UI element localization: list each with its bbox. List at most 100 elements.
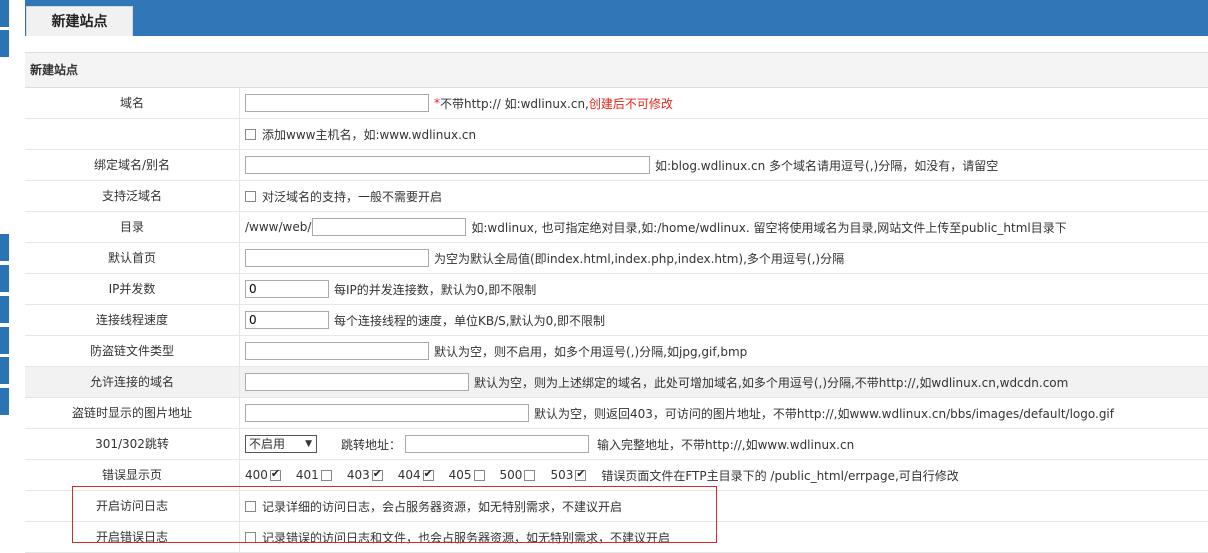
access-log-checkbox[interactable] (245, 500, 256, 512)
index-hint: 为空为默认全局值(即index.html,index.php,index.htm… (434, 251, 845, 266)
domain-hint: 不带http:// 如:wdlinux.cn, (440, 96, 589, 111)
sidebar-tab[interactable] (0, 0, 9, 27)
left-sidebar-strip (0, 0, 9, 545)
row-label: 错误显示页 (25, 460, 240, 490)
row-error-pages: 错误显示页 400 401 403 404 405 500 503 错误页面文件在FTP主目录… (25, 460, 1208, 491)
error-code-checkbox[interactable] (371, 467, 383, 481)
error-code-label: 400 (245, 468, 268, 482)
sidebar-tab[interactable] (0, 357, 9, 384)
error-code-item: 503 (550, 467, 592, 482)
hotlink-image-hint: 默认为空，则返回403，可访问的图片地址，不带http://,如www.wdli… (534, 406, 1114, 421)
error-code-item: 400 (245, 467, 287, 482)
row-domain: 域名 * 不带http:// 如:wdlinux.cn, 创建后不可修改 (25, 88, 1208, 119)
dir-input[interactable] (312, 218, 467, 236)
error-log-checkbox[interactable] (245, 531, 256, 543)
row-hotlink-types: 防盗链文件类型 默认为空，则不启用，如多个用逗号(,)分隔,如jpg,gif,b… (25, 336, 1208, 367)
wildcard-label: 对泛域名的支持，一般不需要开启 (262, 189, 443, 204)
error-log-text: 记录错误的访问日志和文件，也会占服务器资源，如无特别需求，不建议开启 (262, 530, 671, 545)
row-wildcard: 支持泛域名 对泛域名的支持，一般不需要开启 (25, 181, 1208, 212)
error-code-item: 405 (449, 468, 491, 482)
header-bar (25, 0, 1208, 36)
error-code-checkbox[interactable] (422, 467, 434, 481)
error-code-checkbox[interactable] (575, 467, 587, 481)
error-code-item: 401 (296, 468, 338, 482)
redirect-url-input[interactable] (405, 435, 590, 453)
www-label: 添加www主机名，如:www.wdlinux.cn (262, 127, 477, 142)
sidebar-tab[interactable] (0, 234, 9, 261)
dir-prefix: /www/web/ (245, 220, 312, 234)
row-label: 目录 (25, 212, 240, 242)
speed-hint: 每个连接线程的速度，单位KB/S,默认为0,即不限制 (334, 313, 606, 328)
thread-speed-input[interactable] (245, 311, 329, 329)
error-code-checkbox[interactable] (320, 469, 332, 481)
allowed-domains-hint: 默认为空，则为上述绑定的域名，此处可增加域名,如多个用逗号(,)分隔,不带htt… (474, 375, 1069, 390)
row-label: IP并发数 (25, 274, 240, 304)
sidebar-tab[interactable] (0, 296, 9, 323)
bind-domain-input[interactable] (245, 156, 650, 174)
error-code-checkbox[interactable] (473, 469, 485, 481)
redirect-hint: 输入完整地址，不带http://,如www.wdlinux.cn (597, 437, 855, 452)
row-error-log: 开启错误日志 记录错误的访问日志和文件，也会占服务器资源，如无特别需求，不建议开… (25, 522, 1208, 553)
row-speed: 连接线程速度 每个连接线程的速度，单位KB/S,默认为0,即不限制 (25, 305, 1208, 336)
www-checkbox[interactable] (245, 128, 256, 140)
error-code-item: 403 (346, 467, 389, 482)
redirect-select[interactable]: 不启用 ▼ (245, 435, 317, 453)
row-label: 域名 (25, 88, 240, 118)
error-code-label: 405 (448, 468, 472, 482)
row-label: 防盗链文件类型 (25, 336, 240, 366)
row-dir: 目录 /www/web/ 如:wdlinux, 也可指定绝对目录,如:/home… (25, 212, 1208, 243)
wildcard-checkbox[interactable] (245, 190, 256, 202)
row-label: 默认首页 (25, 243, 240, 273)
index-input[interactable] (245, 249, 429, 267)
ipconn-hint: 每IP的并发连接数，默认为0,即不限制 (334, 282, 537, 297)
tab-new-site[interactable]: 新建站点 (26, 6, 133, 36)
error-code-label: 500 (499, 468, 523, 482)
row-index: 默认首页 为空为默认全局值(即index.html,index.php,inde… (25, 243, 1208, 274)
hotlink-types-input[interactable] (245, 342, 429, 360)
row-ipconn: IP并发数 每IP的并发连接数，默认为0,即不限制 (25, 274, 1208, 305)
error-code-checkbox[interactable] (524, 469, 536, 481)
error-code-label: 401 (295, 468, 319, 482)
error-code-label: 503 (550, 468, 574, 482)
row-allowed-domains: 允许连接的域名 默认为空，则为上述绑定的域名，此处可增加域名,如多个用逗号(,)… (25, 367, 1208, 398)
row-label: 开启错误日志 (25, 522, 240, 552)
new-site-form: 新建站点 域名 * 不带http:// 如:wdlinux.cn, 创建后不可修… (25, 52, 1208, 553)
dir-hint: 如:wdlinux, 也可指定绝对目录,如:/home/wdlinux. 留空将… (471, 220, 1067, 235)
allowed-domains-input[interactable] (245, 373, 469, 391)
row-label: 301/302跳转 (25, 429, 240, 459)
access-log-text: 记录详细的访问日志，会占服务器资源，如无特别需求，不建议开启 (262, 499, 623, 514)
hotlink-types-hint: 默认为空，则不启用，如多个用逗号(,)分隔,如jpg,gif,bmp (434, 344, 748, 359)
row-label (25, 119, 240, 149)
redirect-url-label: 跳转地址： (341, 437, 402, 452)
row-hotlink-image: 盗链时显示的图片地址 默认为空，则返回403，可访问的图片地址，不带http:/… (25, 398, 1208, 429)
error-code-item: 500 (500, 468, 542, 482)
domain-warning: 创建后不可修改 (588, 96, 673, 111)
error-pages-hint: 错误页面文件在FTP主目录下的 /public_html/errpage,可自行… (601, 468, 959, 483)
section-title: 新建站点 (25, 53, 1208, 88)
row-label: 盗链时显示的图片地址 (25, 398, 240, 428)
error-code-item: 404 (397, 467, 440, 482)
row-redirect: 301/302跳转 不启用 ▼ 跳转地址： 输入完整地址，不带http://,如… (25, 429, 1208, 460)
error-code-checkbox[interactable] (269, 467, 281, 481)
redirect-select-value: 不启用 (249, 437, 286, 451)
row-bind: 绑定域名/别名 如:blog.wdlinux.cn 多个域名请用逗号(,)分隔，… (25, 150, 1208, 181)
bind-hint: 如:blog.wdlinux.cn 多个域名请用逗号(,)分隔，如没有，请留空 (655, 158, 999, 173)
sidebar-tab[interactable] (0, 265, 9, 292)
row-label: 绑定域名/别名 (25, 150, 240, 180)
error-code-label: 404 (397, 468, 421, 482)
error-code-label: 403 (346, 468, 370, 482)
sidebar-tab[interactable] (0, 388, 9, 415)
sidebar-tab[interactable] (0, 327, 9, 354)
domain-input[interactable] (245, 94, 429, 112)
hotlink-image-input[interactable] (245, 404, 529, 422)
ip-concurrency-input[interactable] (245, 280, 329, 298)
row-label: 允许连接的域名 (25, 367, 240, 397)
chevron-down-icon: ▼ (305, 439, 312, 449)
row-label: 支持泛域名 (25, 181, 240, 211)
row-label: 开启访问日志 (25, 491, 240, 521)
sidebar-tab[interactable] (0, 30, 9, 57)
row-www: 添加www主机名，如:www.wdlinux.cn (25, 119, 1208, 150)
row-label: 连接线程速度 (25, 305, 240, 335)
row-access-log: 开启访问日志 记录详细的访问日志，会占服务器资源，如无特别需求，不建议开启 (25, 491, 1208, 522)
error-codes: 400 401 403 404 405 500 503 错误页面文件在FTP主目录下的 /pu… (240, 460, 1208, 490)
